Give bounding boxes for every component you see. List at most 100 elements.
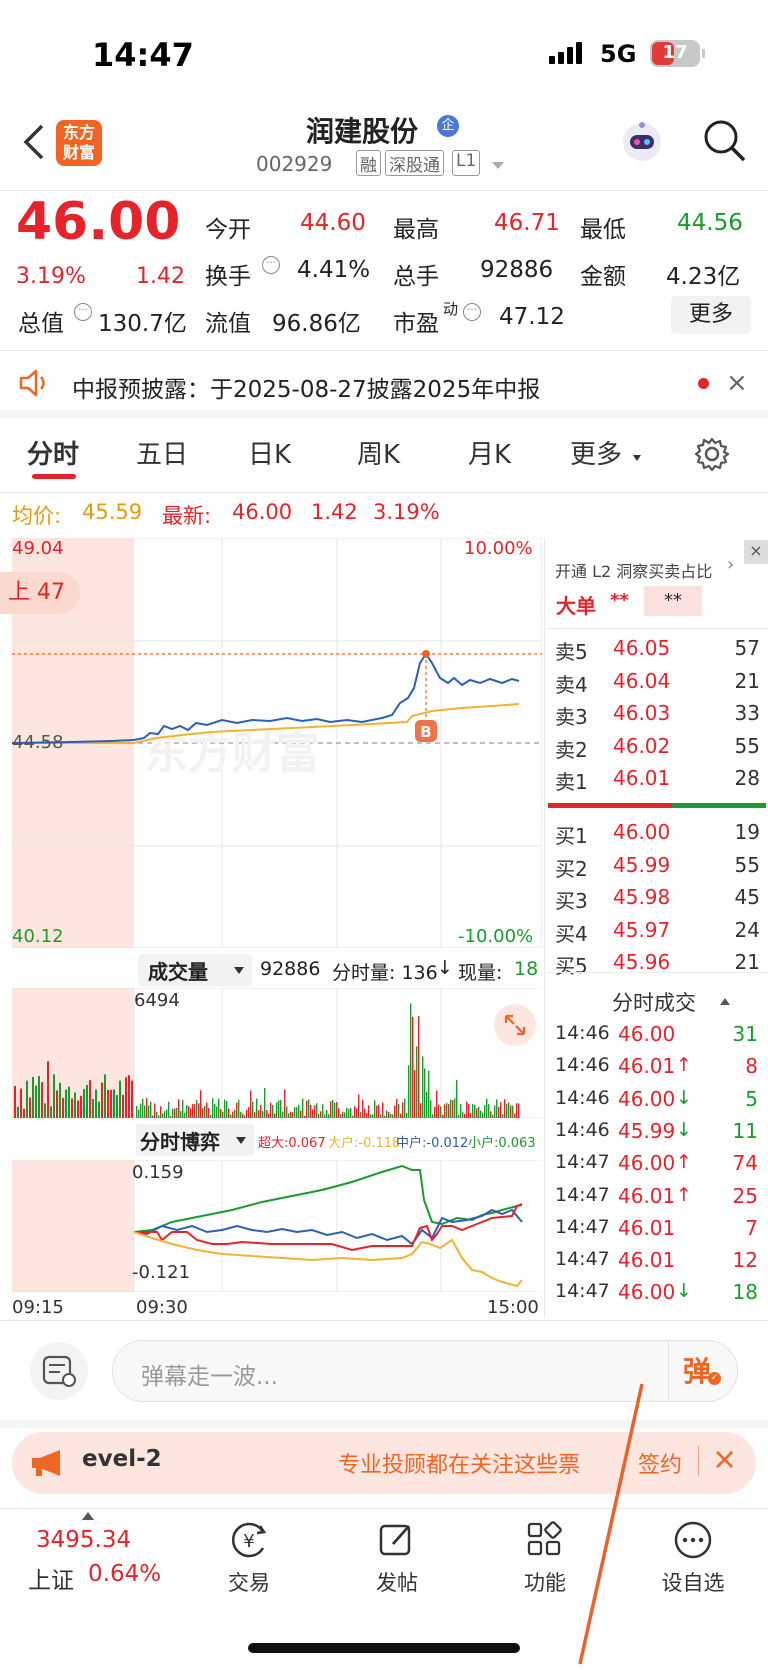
tick-time: 14:46 [555, 1118, 610, 1141]
tag-connect: 深股通 [385, 150, 444, 176]
volume-bar [86, 1084, 88, 1118]
volume-bar [234, 1110, 236, 1118]
tab-daily-k[interactable]: 日K [248, 434, 291, 471]
search-button[interactable] [702, 118, 746, 162]
status-bar: 14:47 5G 17 [0, 0, 768, 100]
tick-volume: 7 [745, 1215, 758, 1240]
volume-bar [216, 1106, 218, 1118]
danmu-send-button[interactable]: 弹 [683, 1350, 711, 1390]
volume-bar [518, 1103, 520, 1118]
nav-post[interactable]: 发帖 [342, 1520, 452, 1597]
tab-weekly-k[interactable]: 周K [357, 434, 400, 471]
tick-row: 14:46 46.00 31 [552, 1022, 762, 1054]
volume-bar [107, 1089, 109, 1118]
volume-bar [38, 1076, 40, 1118]
ask-level[interactable]: 卖3 46.03 33 [555, 701, 760, 733]
tab-5day[interactable]: 五日 [136, 434, 188, 471]
volume-bar [268, 1113, 270, 1118]
volume-bar [80, 1095, 82, 1118]
ask-level[interactable]: 卖5 46.05 57 [555, 636, 760, 668]
pct-min-label: -10.00% [458, 926, 534, 947]
level-price: 46.05 [613, 636, 671, 660]
volume-bar [154, 1103, 156, 1118]
pre-market-badge[interactable]: 上 47 [0, 572, 80, 614]
info-icon[interactable]: ··· [74, 303, 92, 321]
volume-bar [224, 1099, 226, 1118]
high-label: 最高 [393, 217, 439, 243]
bid-level[interactable]: 买5 45.96 21 [555, 950, 760, 982]
volume-bar [504, 1099, 506, 1118]
tick-arrow: ↑ [676, 1183, 692, 1206]
index-value[interactable]: 3495.34 [36, 1527, 131, 1553]
intraday-chart[interactable]: 东方财富 B 上 47 49.04 10.00% 44.58 40.12 -10… [0, 537, 543, 949]
volume-bar [436, 1090, 438, 1118]
app-logo[interactable]: 东方 财富 [56, 120, 102, 166]
volume-bar [378, 1104, 380, 1118]
more-button[interactable]: 更多 [671, 296, 751, 334]
volume-bar [230, 1114, 232, 1118]
volume-chart[interactable]: 6494 [12, 987, 542, 1119]
bid-level[interactable]: 买1 46.00 19 [555, 820, 760, 852]
capital-game-chart[interactable]: 0.159 -0.121 [12, 1159, 542, 1293]
volume-bar [59, 1082, 61, 1118]
info-icon[interactable]: ··· [262, 256, 280, 274]
game-selector[interactable]: 分时博弈 [136, 1124, 254, 1156]
volume-bar [168, 1101, 170, 1118]
bid-level[interactable]: 买2 45.99 55 [555, 853, 760, 885]
ask-level[interactable]: 卖1 46.01 28 [555, 766, 760, 798]
down-arrow-icon: ↓ [437, 957, 453, 979]
volume-bar [386, 1110, 388, 1118]
tick-arrow: ↓ [676, 1280, 692, 1303]
volume-bar [292, 1112, 294, 1118]
tick-arrow: ↑ [676, 1054, 692, 1077]
settings-button[interactable] [694, 436, 730, 472]
tick-row: 14:46 46.00 ↓ 5 [552, 1087, 762, 1119]
volume-bar [142, 1098, 144, 1118]
big-order-value1: ** [610, 590, 629, 611]
tab-monthly-k[interactable]: 月K [468, 434, 511, 471]
level-label: 买5 [555, 954, 588, 978]
volume-bar [160, 1106, 162, 1118]
dropdown-icon[interactable] [492, 162, 504, 169]
close-icon[interactable]: × [744, 540, 768, 564]
tab-intraday[interactable]: 分时 [27, 434, 79, 471]
mktcap-label: 总值 [18, 311, 64, 337]
volume-bar [104, 1074, 106, 1118]
volume-bar [258, 1110, 260, 1118]
robot-assistant-icon[interactable] [620, 120, 664, 164]
volume-bar [270, 1102, 272, 1118]
bid-level[interactable]: 买4 45.97 24 [555, 918, 760, 950]
ask-level[interactable]: 卖2 46.02 55 [555, 734, 760, 766]
volume-bar [188, 1106, 190, 1118]
expand-button[interactable] [494, 1004, 536, 1046]
x-label-close: 15:00 [487, 1297, 539, 1318]
close-icon[interactable]: × [712, 1442, 737, 1477]
info-icon[interactable]: ··· [463, 303, 481, 321]
danmu-settings-button[interactable] [30, 1342, 88, 1400]
banner-text: 专业投顾都在关注这些票 [338, 1453, 581, 1478]
back-button[interactable] [20, 122, 50, 162]
big-order-label: 大单 [556, 594, 596, 618]
volume-bar [368, 1105, 370, 1118]
nav-trade[interactable]: ¥ 交易 [194, 1520, 304, 1597]
bid-level[interactable]: 买3 45.98 45 [555, 885, 760, 917]
close-icon[interactable]: × [726, 368, 748, 398]
volume-bar [242, 1113, 244, 1118]
volume-bar [280, 1100, 282, 1118]
volume-bar [418, 1016, 420, 1118]
ticks-title[interactable]: 分时成交 [612, 987, 696, 1017]
volume-bar [166, 1109, 168, 1118]
volume-bar [352, 1115, 354, 1118]
volume-bar [498, 1106, 500, 1118]
ask-level[interactable]: 卖4 46.04 21 [555, 669, 760, 701]
nav-add-watchlist[interactable]: 设自选 [638, 1520, 748, 1597]
volume-bar [388, 1111, 390, 1118]
volume-bar [228, 1108, 230, 1118]
vol-now-value: 18 [514, 958, 539, 980]
volume-bar [344, 1112, 346, 1118]
tab-more[interactable]: 更多 [570, 434, 622, 471]
volume-bar [162, 1113, 164, 1118]
volume-bar [274, 1113, 276, 1118]
volume-selector[interactable]: 成交量 [138, 954, 252, 986]
volume-bar [480, 1110, 482, 1118]
